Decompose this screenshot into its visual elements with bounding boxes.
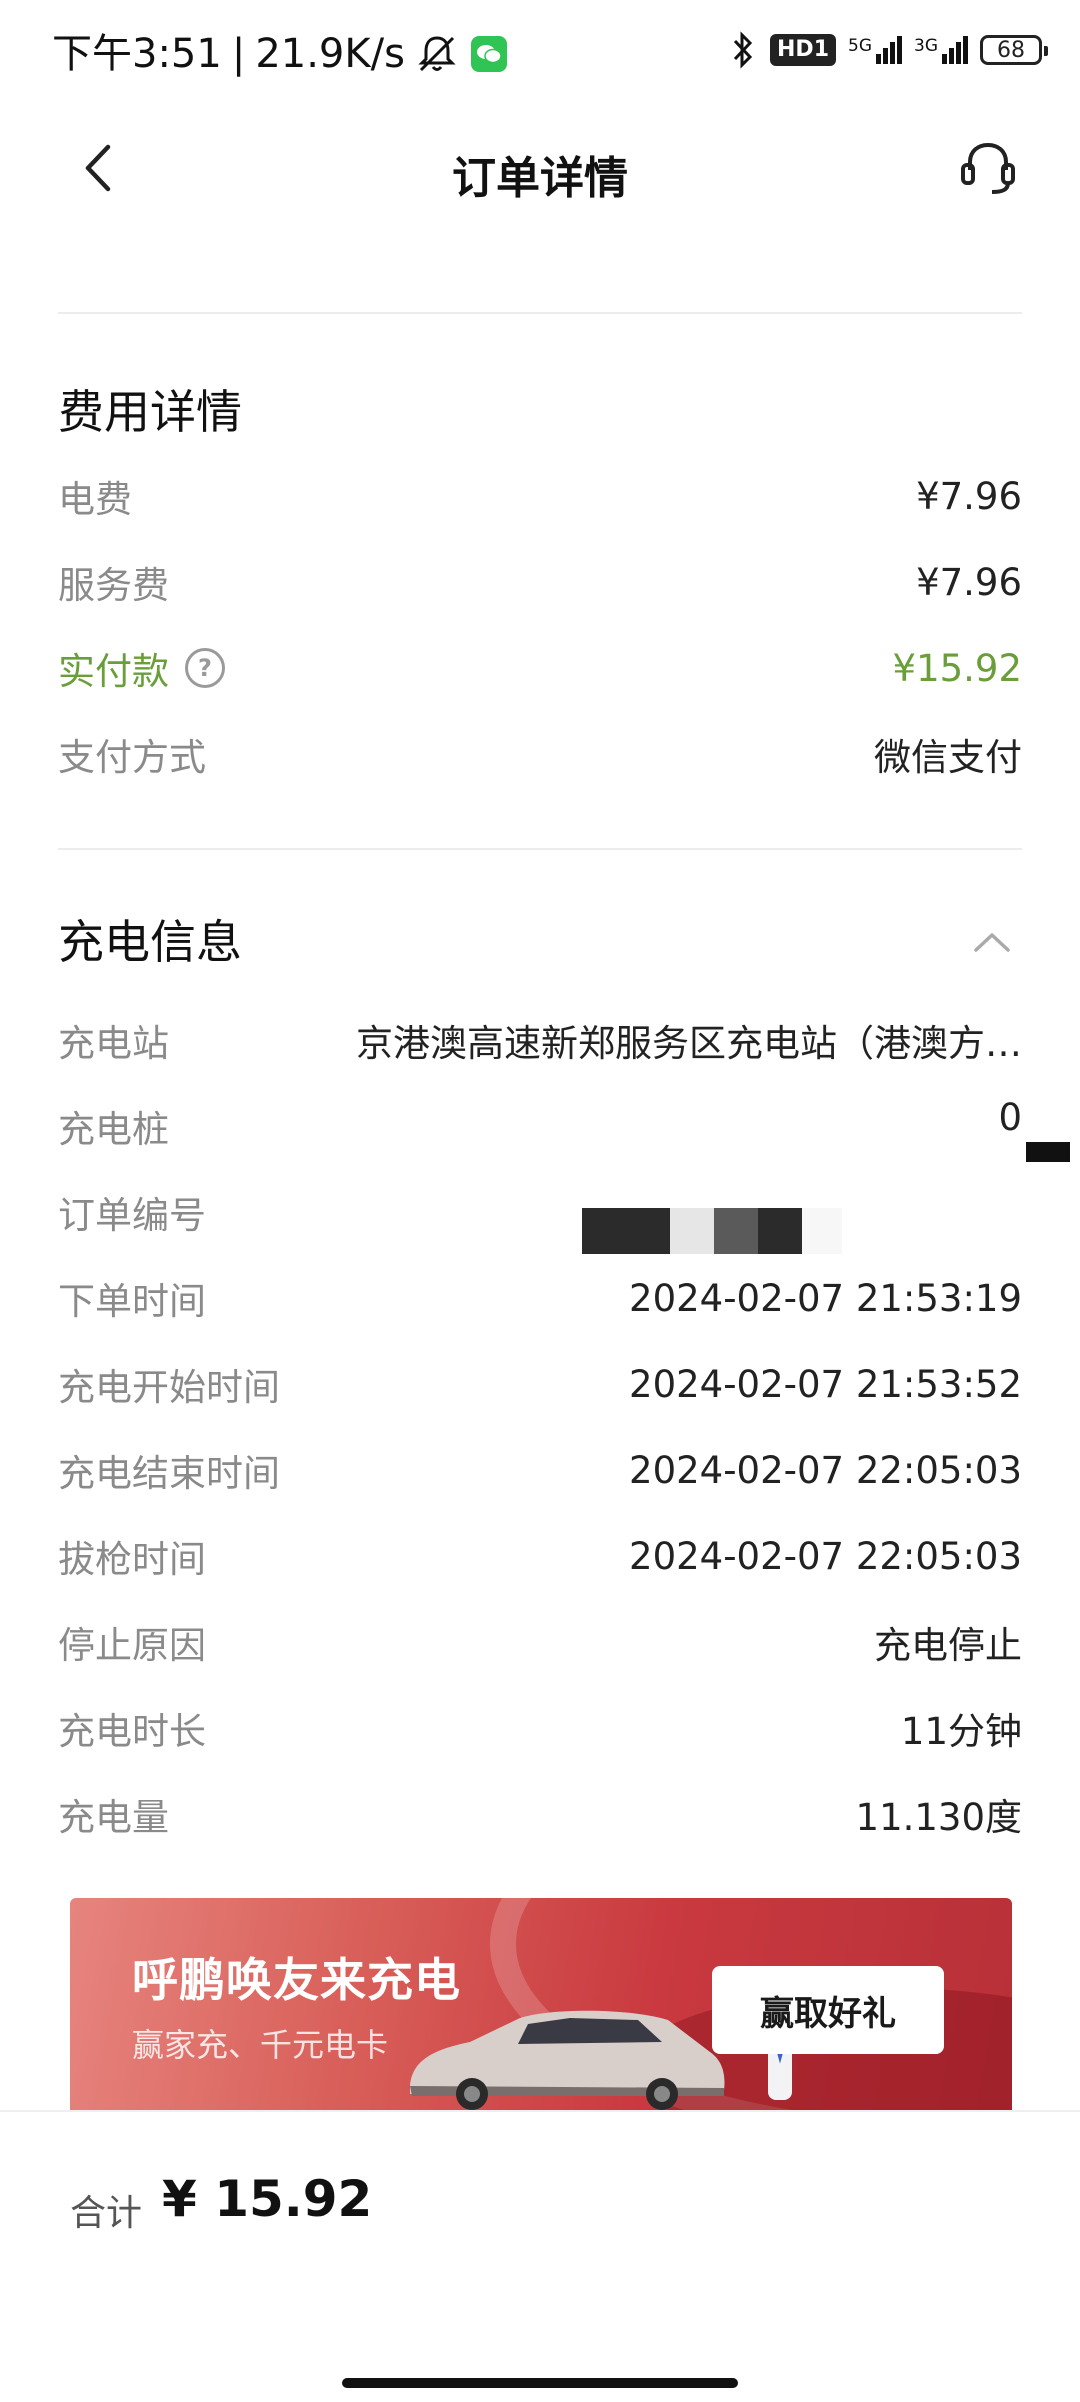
row-value: 2024-02-07 22:05:03 <box>629 1448 1022 1492</box>
row-value: 0 <box>998 1096 1022 1139</box>
row-label: 充电时长 <box>58 1710 206 1753</box>
status-speed: 21.9K/s <box>255 31 405 77</box>
info-row-unplug-time: 拔枪时间 2024-02-07 22:05:03 <box>58 1526 1022 1586</box>
row-value: 2024-02-07 21:53:52 <box>629 1362 1022 1406</box>
promo-banner[interactable]: 呼鹏唤友来充电 赢家充、千元电卡 赢取好礼 <box>70 1898 1012 2110</box>
paid-label: 实付款 <box>58 650 169 693</box>
signal-3g-icon: 3G <box>914 36 968 64</box>
fee-row-paid: 实付款 ? ¥15.92 <box>58 638 1022 698</box>
home-indicator[interactable] <box>342 2378 738 2388</box>
page-title: 订单详情 <box>452 153 628 204</box>
row-value: ¥7.96 <box>916 474 1022 518</box>
total-amount: ¥ 15.92 <box>162 2170 373 2228</box>
status-right: HD1 5G 3G 68 <box>728 30 1048 70</box>
row-value: 2024-02-07 21:53:19 <box>629 1276 1022 1320</box>
question-help-icon[interactable]: ? <box>185 648 225 688</box>
row-label: 实付款 ? <box>58 641 225 695</box>
win-gift-button[interactable]: 赢取好礼 <box>712 1966 944 2054</box>
row-label: 充电桩 <box>58 1108 169 1151</box>
row-label: 充电结束时间 <box>58 1452 280 1495</box>
redaction-block <box>582 1208 842 1254</box>
row-value: 11.130度 <box>855 1796 1022 1839</box>
row-label: 支付方式 <box>58 736 206 779</box>
info-row-duration: 充电时长 11分钟 <box>58 1698 1022 1758</box>
row-value: 11分钟 <box>900 1710 1022 1753</box>
divider <box>58 312 1022 314</box>
info-row-energy: 充电量 11.130度 <box>58 1784 1022 1844</box>
wechat-notification-icon <box>470 36 507 72</box>
row-label: 服务费 <box>58 564 169 607</box>
headset-icon <box>961 142 1015 194</box>
bell-muted-icon <box>418 36 456 72</box>
row-value: 京港澳高速新郑服务区充电站（港澳方… <box>356 1022 1022 1065</box>
status-time: 下午3:51 <box>52 31 222 77</box>
row-label: 下单时间 <box>58 1280 206 1323</box>
row-label: 停止原因 <box>58 1624 206 1667</box>
row-label: 充电开始时间 <box>58 1366 280 1409</box>
info-row-stop-reason: 停止原因 充电停止 <box>58 1612 1022 1672</box>
info-row-end-time: 充电结束时间 2024-02-07 22:05:03 <box>58 1440 1022 1500</box>
info-row-start-time: 充电开始时间 2024-02-07 21:53:52 <box>58 1354 1022 1414</box>
row-value: 微信支付 <box>874 736 1022 779</box>
customer-service-button[interactable] <box>956 136 1020 200</box>
row-label: 电费 <box>58 478 132 521</box>
banner-subtitle: 赢家充、千元电卡 <box>132 2026 389 2064</box>
bluetooth-icon <box>733 31 753 69</box>
car-image <box>410 2010 725 2110</box>
battery-icon: 68 <box>980 35 1048 65</box>
row-value: 充电停止 <box>874 1624 1022 1667</box>
total-bar: 合计 ¥ 15.92 <box>0 2110 1080 2402</box>
chevron-up-icon <box>974 933 1010 952</box>
row-label: 充电量 <box>58 1796 169 1839</box>
collapse-button[interactable] <box>962 912 1022 972</box>
status-left: 下午3:51 | 21.9K/s <box>52 28 507 80</box>
row-label: 订单编号 <box>58 1194 206 1237</box>
nav-bar: 订单详情 <box>0 108 1080 228</box>
redaction-block <box>1026 1142 1070 1162</box>
row-label: 拔枪时间 <box>58 1538 206 1581</box>
signal-5g-icon: 5G <box>848 36 902 64</box>
info-row-order-number: 订单编号 <box>58 1182 1022 1242</box>
row-label: 充电站 <box>58 1022 169 1065</box>
status-bar: 下午3:51 | 21.9K/s HD1 5G 3G 68 <box>0 0 1080 108</box>
info-row-pile: 充电桩 0 <box>58 1096 1022 1156</box>
row-value: 2024-02-07 22:05:03 <box>629 1534 1022 1578</box>
fee-row-service: 服务费 ¥7.96 <box>58 552 1022 612</box>
row-value: ¥15.92 <box>892 646 1022 690</box>
battery-level: 68 <box>997 37 1025 63</box>
hd-badge: HD1 <box>770 34 836 66</box>
info-row-order-time: 下单时间 2024-02-07 21:53:19 <box>58 1268 1022 1328</box>
row-value: ¥7.96 <box>916 560 1022 604</box>
total-label: 合计 <box>70 2193 143 2234</box>
charging-section-title: 充电信息 <box>58 915 242 969</box>
divider <box>58 848 1022 850</box>
fee-section-title: 费用详情 <box>58 385 242 439</box>
fee-row-electricity: 电费 ¥7.96 <box>58 466 1022 526</box>
fee-row-payment-method: 支付方式 微信支付 <box>58 724 1022 784</box>
info-row-station: 充电站 京港澳高速新郑服务区充电站（港澳方… <box>58 1010 1022 1070</box>
status-separator: | <box>231 31 246 77</box>
